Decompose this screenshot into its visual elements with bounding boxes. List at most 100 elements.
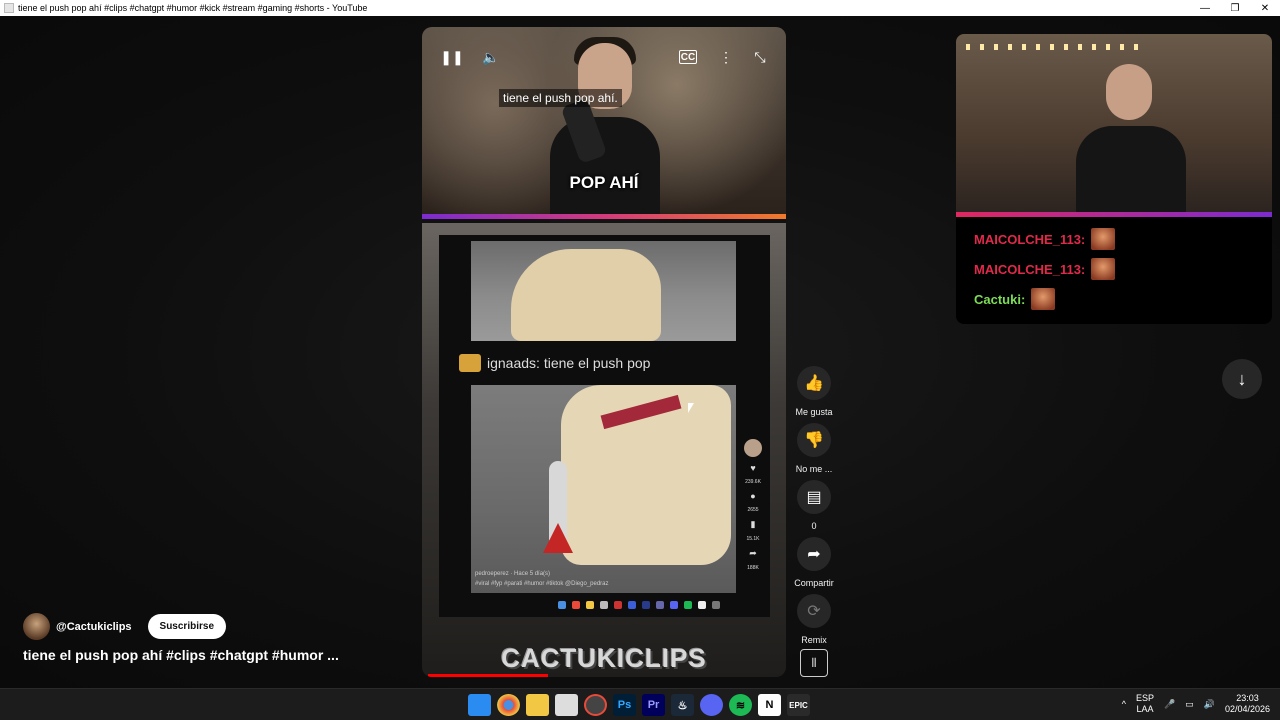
spotify-icon[interactable]: ≋ (729, 694, 752, 716)
remix-action[interactable]: ⟳ Remix (786, 594, 842, 645)
channel-name[interactable]: @Cactukiclips (56, 621, 132, 633)
emote-icon (1091, 228, 1116, 250)
dislike-button[interactable]: 👎 (797, 423, 831, 457)
windows-taskbar: Ps Pr ♨ ≋ N EPIC ^ ESP LAA 🎤 ▭ 🔊 23:03 0… (0, 688, 1280, 720)
snipping-tool-icon[interactable] (555, 694, 578, 716)
pause-button[interactable]: ❚❚ (440, 47, 464, 67)
tiktok-side-actions: ♥ 239.6K ● 2655 ▮ 15.1K ➦ 188K (743, 439, 763, 571)
shorts-player[interactable]: ❚❚ 🔈 CC ⋮ ⤡ tiene el push pop ahí. POP A… (422, 27, 786, 677)
audio-wave-icon: ⦀ (811, 655, 817, 670)
taskbar-apps: Ps Pr ♨ ≋ N EPIC (468, 694, 810, 716)
chat-user: MAICOLCHE_113: (974, 261, 1086, 277)
clock-time: 23:03 (1236, 693, 1259, 703)
comment-bubble-icon: ● (750, 491, 756, 501)
embedded-taskbar (539, 601, 739, 613)
comment-text: ignaads: tiene el push pop (487, 355, 651, 371)
emote-icon (1091, 258, 1116, 280)
next-video-button[interactable]: ↓ (1222, 359, 1262, 399)
volume-icon: 🔈 (482, 48, 500, 65)
chrome-icon[interactable] (497, 694, 520, 716)
like-button[interactable]: 👍 (797, 366, 831, 400)
steam-icon[interactable]: ♨ (671, 694, 694, 716)
dog-image-top (471, 241, 736, 341)
share-action[interactable]: ➦ Compartir (786, 537, 842, 588)
exit-fullscreen-button[interactable]: ⤡ (748, 47, 772, 67)
tiktok-likes: 239.6K (745, 479, 761, 485)
windows-start-icon[interactable] (468, 694, 491, 716)
chevron-up-icon[interactable]: ^ (1122, 699, 1126, 709)
volume-button[interactable]: 🔈 (479, 47, 503, 67)
exit-fullscreen-icon: ⤡ (754, 48, 766, 65)
system-tray: ^ ESP LAA 🎤 ▭ 🔊 23:03 02/04/2026 (1122, 693, 1270, 715)
tiktok-embed: ignaads: tiene el push pop ♥ 239.6K ● 26… (439, 235, 770, 617)
share-label: Compartir (794, 578, 834, 588)
dog-image-bottom (471, 385, 736, 593)
chat-line: Cactuki: (974, 288, 1056, 310)
progress-bar[interactable] (428, 674, 548, 677)
share-arrow-icon: ➦ (749, 548, 757, 558)
next-video-preview[interactable]: MAICOLCHE_113: MAICOLCHE_113: Cactuki: (956, 34, 1272, 324)
language-indicator[interactable]: ESP LAA (1136, 693, 1154, 715)
tiktok-user: pedroeperez · Hace 5 día(s) (475, 571, 551, 577)
chat-user: Cactuki: (974, 291, 1026, 307)
comments-button[interactable]: ▤ (797, 480, 831, 514)
subscribe-button[interactable]: Suscribirse (147, 614, 227, 639)
microphone-tray-icon[interactable]: 🎤 (1164, 699, 1175, 710)
mouse-cursor-icon (688, 403, 694, 413)
channel-avatar[interactable] (23, 613, 50, 640)
speaker-icon[interactable]: 🔊 (1204, 699, 1215, 710)
comments-action[interactable]: ▤ 0 (786, 480, 842, 531)
thumbs-down-icon: 👎 (804, 432, 824, 449)
tiktok-comments: 2655 (747, 507, 759, 513)
thumbs-up-icon: 👍 (804, 375, 824, 392)
recording-app-icon[interactable] (584, 694, 607, 716)
restore-button[interactable]: ❐ (1220, 0, 1250, 16)
more-options-button[interactable]: ⋮ (714, 47, 738, 67)
share-icon: ➦ (807, 546, 821, 563)
premiere-pro-icon[interactable]: Pr (642, 694, 665, 716)
minimize-button[interactable]: — (1190, 0, 1220, 16)
discord-icon[interactable] (700, 694, 723, 716)
sound-button[interactable]: ⦀ (800, 649, 828, 677)
display-icon[interactable]: ▭ (1185, 699, 1194, 710)
closed-captions-icon: CC (680, 51, 696, 63)
chat-line: MAICOLCHE_113: (974, 258, 1116, 280)
video-title[interactable]: tiene el push pop ahí #clips #chatgpt #h… (23, 647, 339, 663)
shorts-stage: ❚❚ 🔈 CC ⋮ ⤡ tiene el push pop ahí. POP A… (0, 16, 1280, 688)
push-pop-rocket (543, 461, 573, 557)
clock[interactable]: 23:03 02/04/2026 (1225, 693, 1270, 715)
clock-date: 02/04/2026 (1224, 704, 1270, 714)
photoshop-icon[interactable]: Ps (613, 694, 636, 716)
chat-line: MAICOLCHE_113: (974, 228, 1116, 250)
remix-label: Remix (801, 635, 827, 645)
streamer-figure-next (1076, 64, 1186, 212)
overlay-text: POP AHÍ (569, 173, 639, 192)
like-action[interactable]: 👍 Me gusta (786, 366, 842, 417)
heart-icon: ♥ (750, 463, 756, 473)
share-button[interactable]: ➦ (797, 537, 831, 571)
more-vert-icon: ⋮ (719, 48, 733, 65)
cam-border-bar (422, 214, 786, 219)
notion-icon[interactable]: N (758, 694, 781, 716)
channel-watermark: CACTUKICLIPS (501, 643, 707, 673)
dislike-action[interactable]: 👎 No me ... (786, 423, 842, 474)
closed-captions-button[interactable]: CC (679, 50, 697, 64)
comment-icon: ▤ (806, 489, 822, 506)
clip-content: ignaads: tiene el push pop ♥ 239.6K ● 26… (422, 223, 786, 677)
chat-user: MAICOLCHE_113: (974, 231, 1086, 247)
file-explorer-icon[interactable] (526, 694, 549, 716)
dislike-label: No me ... (795, 464, 833, 474)
emote-icon (1031, 288, 1056, 310)
remix-icon: ⟳ (807, 603, 821, 620)
youtube-favicon-icon (4, 3, 14, 13)
tiktok-shares: 188K (747, 565, 759, 571)
remix-button[interactable]: ⟳ (797, 594, 831, 628)
pause-icon: ❚❚ (440, 48, 464, 65)
window-titlebar: tiene el push pop ahí #clips #chatgpt #h… (0, 0, 1280, 16)
channel-info: @Cactukiclips Suscribirse (23, 613, 227, 640)
close-button[interactable]: ✕ (1250, 0, 1280, 16)
epic-games-icon[interactable]: EPIC (787, 694, 810, 716)
tiktok-avatar (744, 439, 762, 457)
string-lights (966, 44, 1146, 50)
tiktok-tags: #viral #fyp #parati #humor #tiktok @Dieg… (475, 581, 609, 587)
